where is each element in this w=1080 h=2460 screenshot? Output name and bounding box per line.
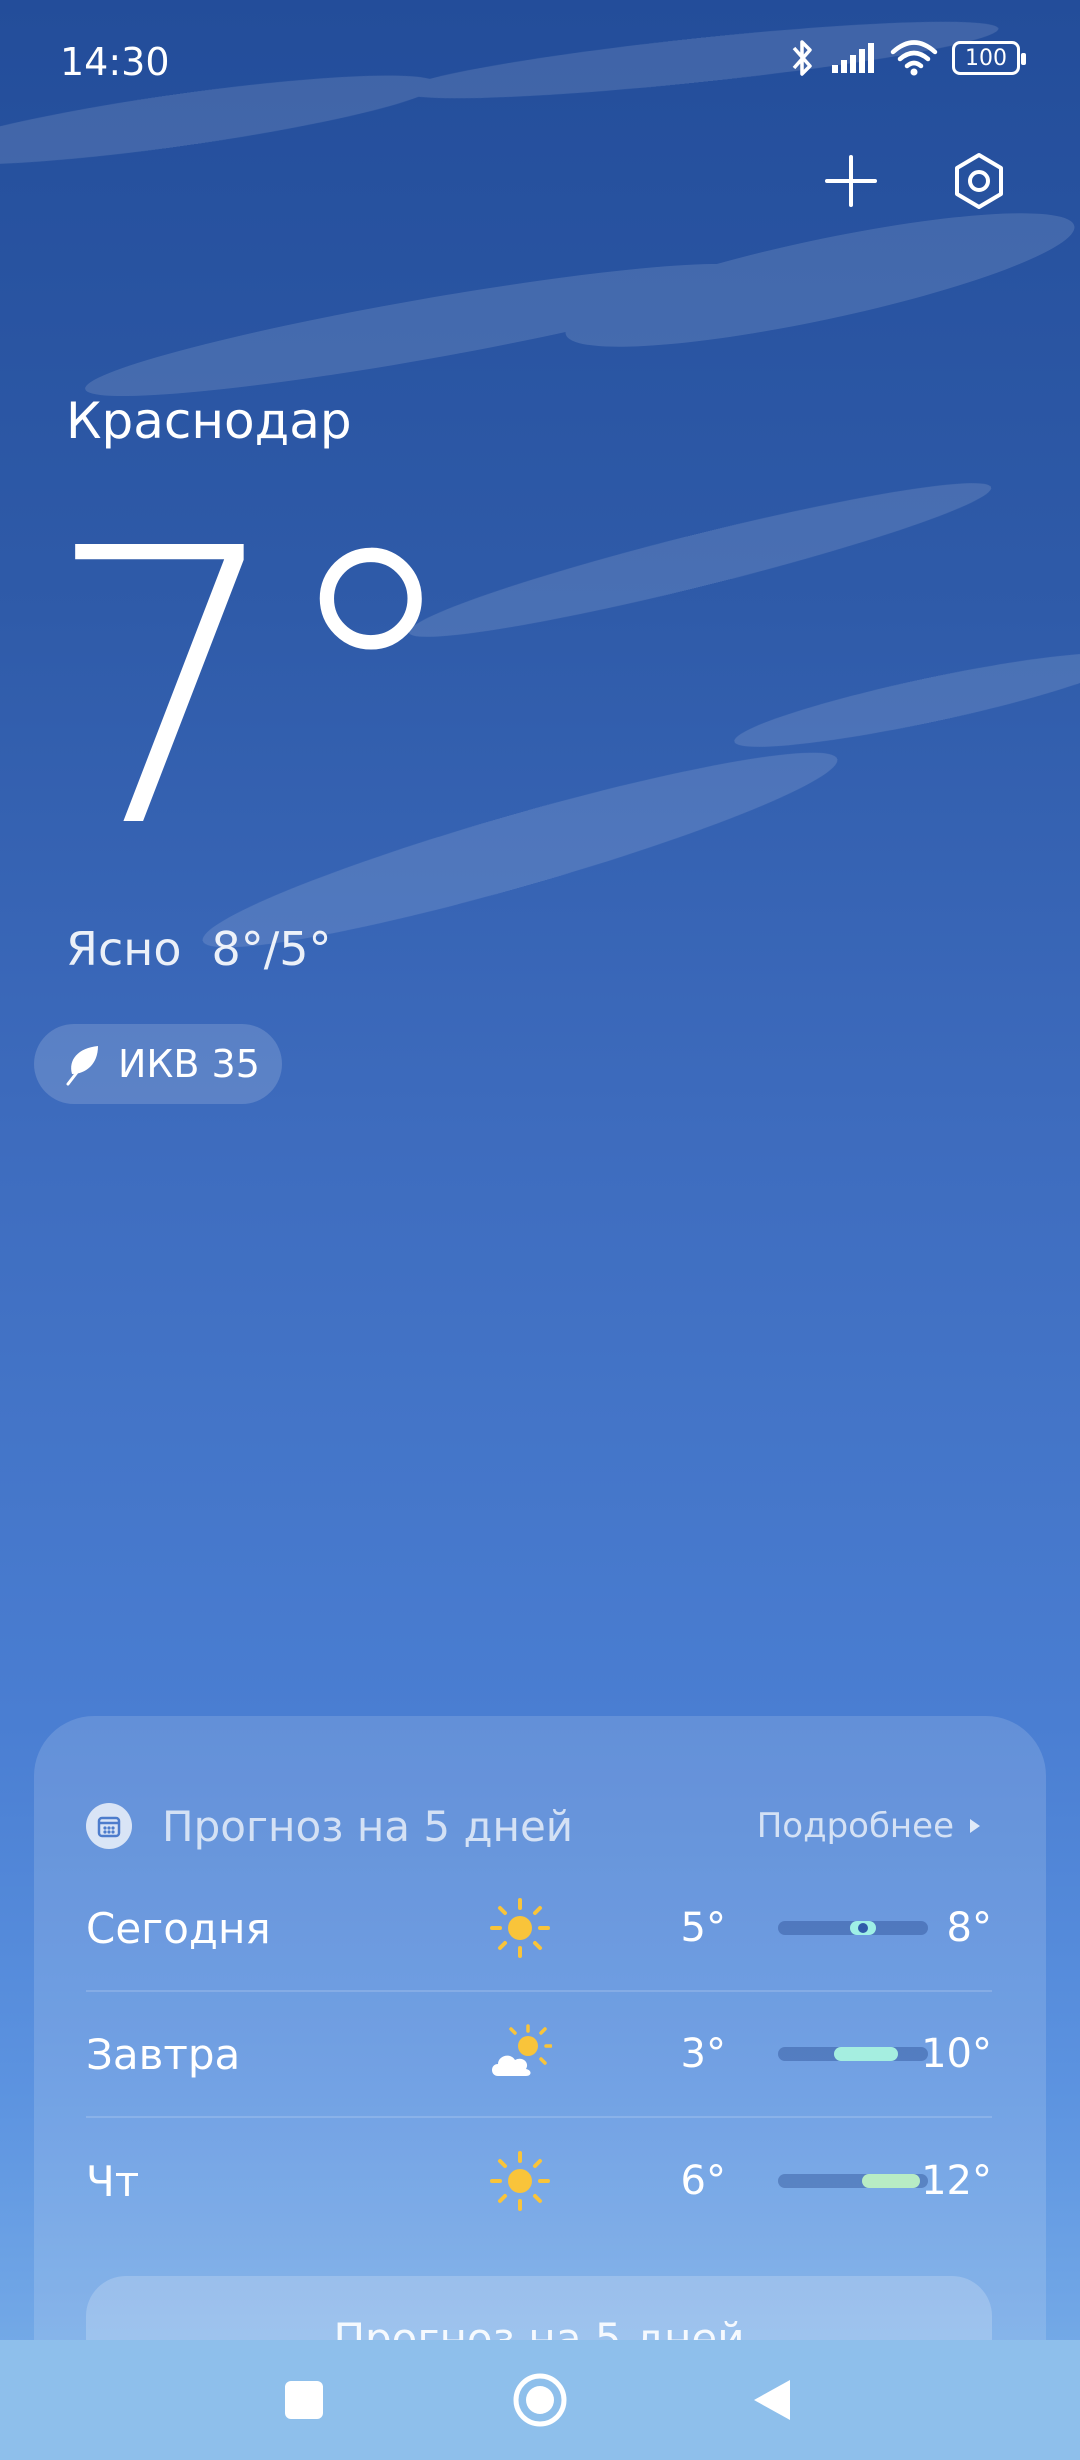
forecast-min: 3° <box>680 2031 726 2077</box>
bluetooth-icon <box>792 40 812 76</box>
forecast-title: Прогноз на 5 дней <box>162 1801 574 1851</box>
condition-row: Ясно 8°/5° <box>66 922 332 976</box>
status-icons: 100 <box>788 38 1026 78</box>
sun-icon <box>490 1898 550 1958</box>
settings-button[interactable] <box>946 148 1012 214</box>
forecast-day: Завтра <box>86 2029 241 2079</box>
settings-hexagon-icon <box>955 153 1003 209</box>
battery-indicator: 100 <box>952 41 1026 75</box>
sun-icon <box>490 2151 550 2211</box>
more-details-label: Подробнее <box>756 1806 954 1846</box>
partly-cloudy-icon <box>492 2024 552 2076</box>
triangle-right-icon <box>970 1819 980 1833</box>
home-circle-icon <box>513 2373 567 2427</box>
calendar-icon <box>86 1803 132 1849</box>
more-details-link[interactable]: Подробнее <box>757 1806 982 1846</box>
battery-level: 100 <box>965 45 1007 71</box>
signal-icon <box>832 43 874 73</box>
forecast-max: 10° <box>921 2031 992 2077</box>
wifi-icon <box>890 40 938 76</box>
forecast-min: 5° <box>680 1905 726 1951</box>
forecast-row-today[interactable]: Сегодня 5° 8° <box>86 1866 992 1992</box>
high-low-temp: 8°/5° <box>211 922 332 976</box>
plus-icon <box>825 155 877 207</box>
forecast-day: Чт <box>86 2156 140 2206</box>
city-name: Краснодар <box>66 392 352 450</box>
forecast-card: Прогноз на 5 дней Подробнее Сегодня 5° 8… <box>34 1716 1046 2366</box>
current-temperature: 7° <box>44 468 466 911</box>
square-icon <box>285 2381 323 2419</box>
status-time: 14:30 <box>60 40 170 84</box>
home-button[interactable] <box>508 2368 572 2432</box>
forecast-max: 12° <box>921 2158 992 2204</box>
aqi-label: ИКВ 35 <box>118 1042 260 1086</box>
forecast-row-tomorrow[interactable]: Завтра 3° 10° <box>86 1992 992 2118</box>
add-city-button[interactable] <box>818 148 884 214</box>
forecast-row-thu[interactable]: Чт 6° 12° <box>86 2118 992 2244</box>
navigation-bar <box>0 2340 1080 2460</box>
forecast-day: Сегодня <box>86 1903 271 1953</box>
status-bar: 14:30 100 <box>0 0 1080 130</box>
forecast-min: 6° <box>680 2158 726 2204</box>
leaf-icon <box>66 1046 98 1086</box>
condition-text: Ясно <box>66 922 182 976</box>
back-triangle-icon <box>754 2380 790 2420</box>
temp-range-fill <box>834 2047 898 2061</box>
forecast-header: Прогноз на 5 дней Подробнее <box>86 1786 1016 1866</box>
aqi-chip[interactable]: ИКВ 35 <box>34 1024 282 1104</box>
forecast-max: 8° <box>946 1905 992 1951</box>
back-button[interactable] <box>740 2368 804 2432</box>
recents-button[interactable] <box>272 2368 336 2432</box>
current-temp-dot <box>858 1923 868 1933</box>
